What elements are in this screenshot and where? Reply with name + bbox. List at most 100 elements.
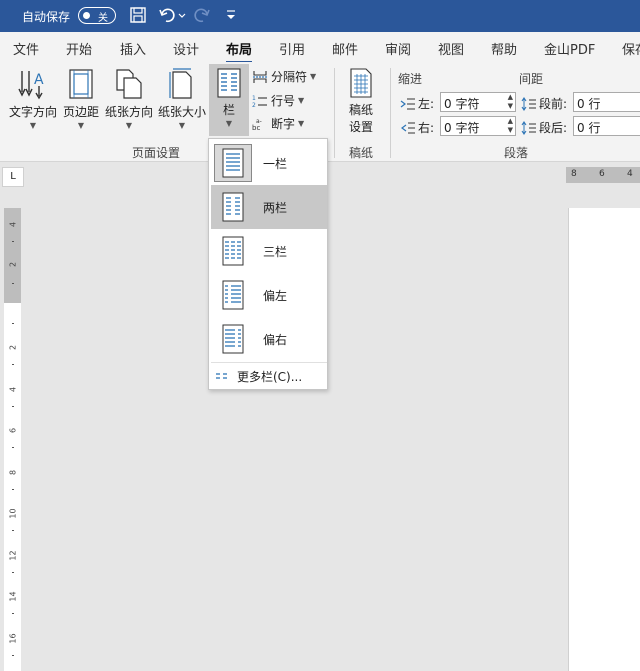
manuscript-settings-button[interactable]: 稿纸 设置: [344, 68, 378, 135]
text-direction-icon: A: [18, 71, 44, 100]
more-columns-label: 更多栏(C)...: [237, 370, 303, 384]
hyphenation-label: 断字: [271, 117, 296, 131]
chevron-down-icon: ▼: [77, 121, 85, 130]
tab-file[interactable]: 文件: [13, 39, 39, 58]
spacing-before-label: 段前:: [539, 97, 568, 111]
tab-kingsoft-pdf[interactable]: 金山PDF: [544, 39, 595, 58]
title-bar: 自动保存 关: [0, 0, 640, 32]
ruler-number: 2: [8, 261, 18, 268]
horizontal-ruler[interactable]: 8 6 4: [566, 167, 640, 183]
columns-button[interactable]: 栏 ▼: [209, 64, 249, 136]
tab-insert[interactable]: 插入: [120, 39, 146, 58]
menu-item-label: 一栏: [263, 157, 288, 171]
right-indent-label: 右:: [418, 121, 435, 135]
tab-review[interactable]: 审阅: [385, 39, 411, 58]
orientation-button[interactable]: 纸张方向 ▼: [104, 68, 154, 130]
tab-design[interactable]: 设计: [173, 39, 199, 58]
spinner-arrows-icon[interactable]: ▲ ▼: [508, 93, 513, 111]
chevron-down-icon: ▼: [298, 119, 305, 128]
vertical-ruler[interactable]: 4 2 2 4 6 8 10 12 14 16: [4, 208, 21, 671]
ruler-tick: [12, 530, 14, 531]
right-indent-label-group: 右:: [400, 119, 434, 136]
menu-divider: [211, 362, 327, 363]
menu-item-label: 偏左: [263, 289, 288, 303]
menu-item-three-columns[interactable]: 三栏: [211, 229, 327, 273]
chevron-down-icon: ▼: [125, 121, 133, 130]
ruler-number: 8: [571, 169, 577, 179]
group-divider: [334, 68, 335, 158]
menu-item-right[interactable]: 偏右: [211, 317, 327, 361]
customize-toolbar-icon[interactable]: [226, 9, 236, 24]
autosave-toggle[interactable]: 关: [78, 7, 116, 24]
icon-container: [214, 232, 252, 270]
svg-text:bc: bc: [252, 124, 260, 131]
left-indent-input[interactable]: 0 字符 ▲ ▼: [440, 92, 516, 112]
ruler-tick: [12, 655, 14, 656]
line-numbers-button[interactable]: 1 2 行号 ▼: [252, 92, 304, 109]
tab-layout[interactable]: 布局: [226, 39, 253, 64]
hyphenation-button[interactable]: a- bc 断字 ▼: [252, 115, 304, 132]
one-column-icon: [222, 148, 244, 178]
manuscript-label-line1: 稿纸: [348, 103, 373, 117]
manuscript-label-line2: 设置: [348, 120, 373, 134]
tab-view[interactable]: 视图: [438, 39, 464, 58]
paper-size-icon: [169, 68, 192, 99]
paper-size-button[interactable]: 纸张大小 ▼: [157, 68, 207, 130]
menu-item-two-columns[interactable]: 两栏: [211, 185, 327, 229]
ruler-number: 12: [8, 550, 18, 561]
margins-button[interactable]: 页边距 ▼: [62, 68, 100, 130]
ruler-tick: [12, 283, 14, 284]
undo-icon[interactable]: [158, 6, 186, 27]
ruler-tick: [12, 489, 14, 490]
ruler-number: 2: [8, 344, 18, 351]
ruler-tick: [12, 241, 14, 242]
ruler-number: 4: [8, 221, 18, 228]
menu-item-label: 三栏: [263, 245, 288, 259]
spacing-after-value: 0 行: [577, 121, 601, 135]
tab-references[interactable]: 引用: [279, 39, 305, 58]
menu-item-left[interactable]: 偏左: [211, 273, 327, 317]
columns-dropdown-menu: 一栏 两栏 三栏 偏左 偏右 更多栏(C)...: [208, 138, 328, 390]
save-icon[interactable]: [129, 6, 147, 27]
spinner-arrows-icon[interactable]: ▲ ▼: [508, 117, 513, 135]
toggle-knob: [83, 12, 90, 19]
redo-icon[interactable]: [193, 6, 211, 27]
spacing-before-input[interactable]: 0 行: [573, 92, 640, 112]
document-page[interactable]: [568, 208, 640, 671]
icon-container: [214, 276, 252, 314]
line-numbers-icon: 1 2: [252, 95, 267, 108]
ruler-number: 4: [8, 386, 18, 393]
tab-save[interactable]: 保存: [622, 39, 640, 58]
menu-item-one-column[interactable]: 一栏: [211, 141, 327, 185]
ruler-number: 16: [8, 633, 18, 644]
two-columns-icon: [222, 192, 244, 222]
breaks-button[interactable]: 分隔符 ▼: [252, 68, 316, 85]
ruler-number: 10: [8, 508, 18, 519]
left-indent-icon: [400, 98, 415, 109]
ruler-tick: [12, 572, 14, 573]
spacing-before-label-group: 段前:: [521, 95, 567, 112]
tab-mailings[interactable]: 邮件: [332, 39, 358, 58]
ruler-number: 6: [599, 169, 605, 179]
spacing-after-input[interactable]: 0 行: [573, 116, 640, 136]
menu-item-label: 两栏: [263, 201, 288, 215]
svg-text:1: 1: [252, 95, 256, 102]
chevron-down-icon: ▼: [29, 121, 37, 130]
right-indent-input[interactable]: 0 字符 ▲ ▼: [440, 116, 516, 136]
orientation-icon: [116, 69, 142, 99]
ruler-tick: [12, 323, 14, 324]
chevron-down-icon: ▼: [225, 119, 233, 128]
text-direction-label: 文字方向: [8, 105, 57, 119]
ruler-number: 14: [8, 591, 18, 602]
right-column-icon: [222, 324, 244, 354]
tab-home[interactable]: 开始: [66, 39, 92, 58]
hyphenation-icon: a- bc: [252, 118, 262, 131]
ruler-number: 6: [8, 427, 18, 434]
left-indent-value: 0 字符: [444, 97, 480, 111]
tab-stop-selector[interactable]: L: [2, 167, 24, 187]
tab-help[interactable]: 帮助: [491, 39, 517, 58]
more-columns-button[interactable]: 更多栏(C)...: [215, 368, 302, 385]
left-column-icon: [222, 280, 244, 310]
ruler-number: 4: [627, 169, 633, 179]
text-direction-button[interactable]: A 文字方向 ▼: [8, 68, 58, 130]
